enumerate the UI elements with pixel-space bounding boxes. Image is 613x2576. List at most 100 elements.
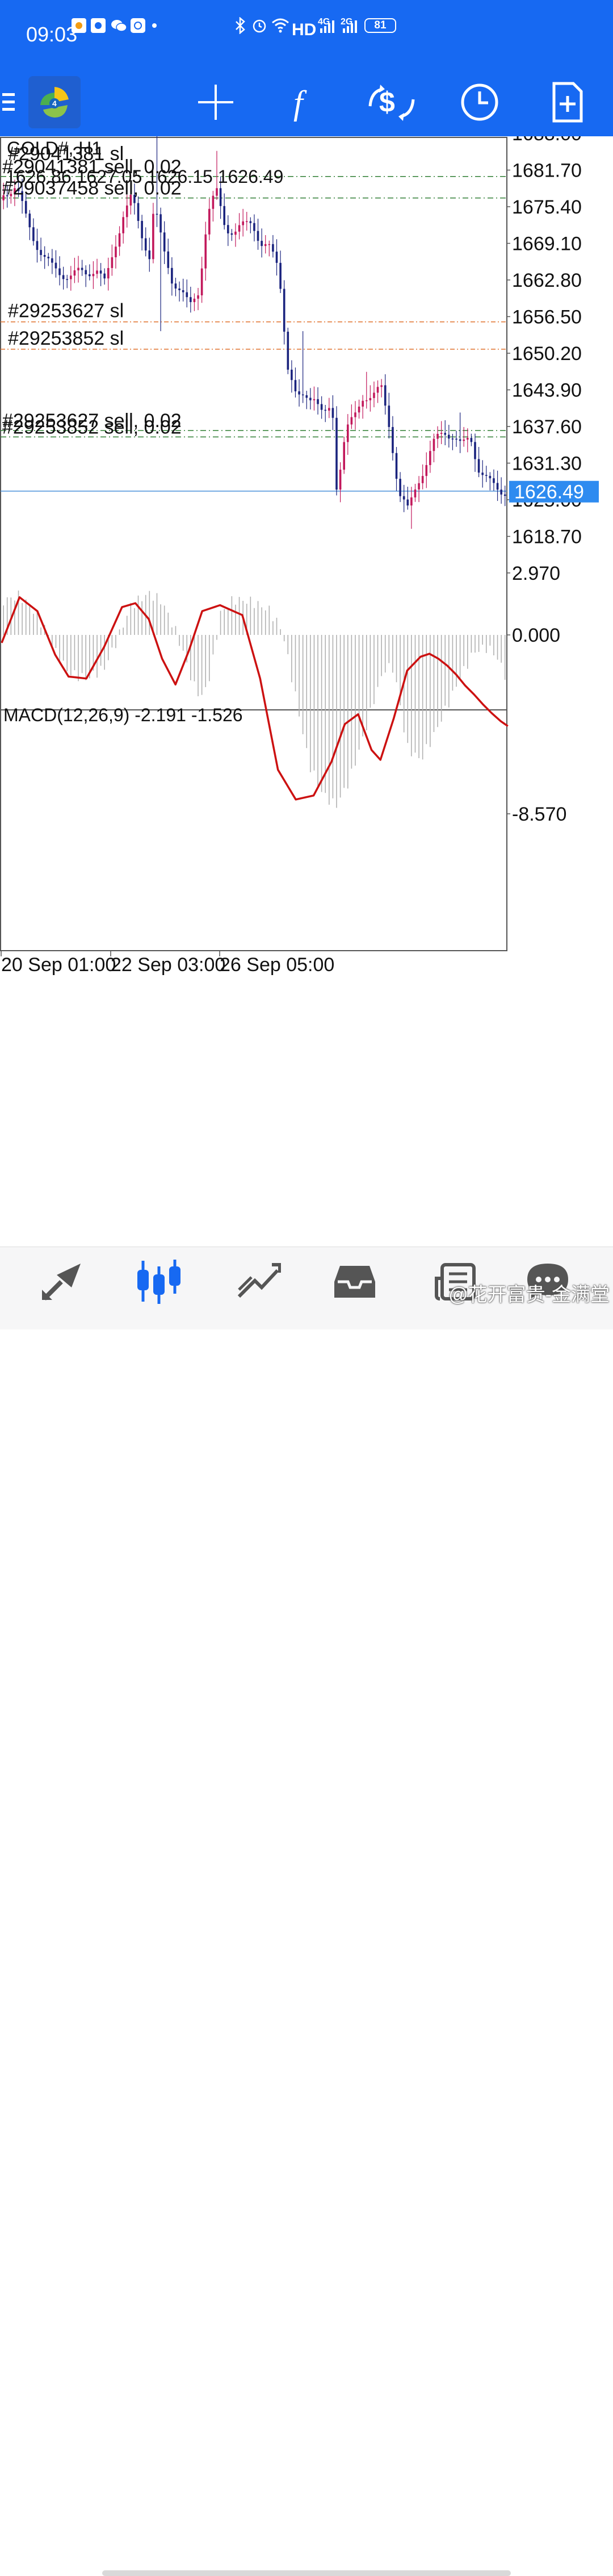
- menu-button[interactable]: [0, 68, 17, 136]
- period-clock-icon: [461, 83, 498, 121]
- stop-loss-label: #29253627 sl: [8, 300, 124, 322]
- candle-body: [410, 497, 413, 506]
- candle-body: [125, 205, 128, 218]
- candle-body: [51, 258, 53, 263]
- status-bar: 09:03 HD 4G 2G 81: [0, 0, 613, 68]
- candle-body: [294, 380, 297, 392]
- candle-body: [24, 200, 27, 214]
- candle-body: [362, 400, 364, 407]
- new-order-button[interactable]: [539, 68, 596, 136]
- candle-body: [70, 275, 72, 279]
- candle-body: [216, 188, 218, 196]
- candle-body: [268, 244, 271, 245]
- app-notification-icon: [131, 18, 145, 33]
- watermark-text: @花开富贵-金满堂: [448, 1284, 610, 1306]
- candle-body: [103, 273, 106, 279]
- price-axis-label: 1688.00: [512, 136, 582, 145]
- time-axis-label: 26 Sep 05:00: [220, 954, 334, 976]
- gesture-handle: [102, 2570, 511, 2576]
- candle-body: [339, 470, 342, 490]
- candle-body: [402, 496, 405, 500]
- candle-body: [481, 472, 484, 475]
- metatrader-logo[interactable]: 4: [27, 68, 82, 136]
- indicators-button[interactable]: f: [275, 68, 332, 136]
- candle-body: [200, 268, 203, 296]
- candle-body: [264, 244, 267, 246]
- trade-tab[interactable]: [221, 1247, 295, 1315]
- candle-body: [395, 453, 398, 479]
- candle-body: [137, 203, 140, 221]
- price-chart[interactable]: #29041381 sl #29041381 sell, 0.02 #2903745…: [0, 136, 613, 1247]
- candle-body: [279, 262, 282, 289]
- candle-body: [144, 238, 147, 251]
- candle-body: [62, 275, 65, 279]
- candle-body: [40, 250, 42, 256]
- ohlc-values: 1626.86 1627.05 1626.15 1626.49: [6, 166, 283, 187]
- candle-body: [305, 395, 308, 398]
- candle-body: [350, 417, 353, 425]
- signal-icon: [319, 19, 336, 36]
- candle-body: [489, 475, 492, 479]
- candle-body: [496, 483, 499, 490]
- candle-body: [503, 494, 506, 496]
- candle-body: [421, 476, 424, 483]
- candle-body: [107, 267, 110, 279]
- alarm-icon: [252, 17, 267, 37]
- macd-axis-label: 2.970: [512, 563, 560, 584]
- candle-body: [230, 233, 233, 235]
- candle-body: [429, 451, 431, 465]
- status-time: 09:03: [26, 23, 78, 46]
- wechat-icon: [110, 19, 127, 32]
- candle-body: [500, 490, 502, 495]
- app-notification-icon: [72, 18, 86, 33]
- candle-body: [485, 475, 488, 476]
- candle-body: [245, 221, 248, 223]
- period-button[interactable]: [451, 68, 508, 136]
- candle-body: [96, 270, 98, 274]
- price-axis-label: 1656.50: [512, 307, 582, 328]
- candle-body: [54, 262, 57, 269]
- candle-body: [392, 426, 394, 453]
- crosshair-icon: [198, 85, 233, 120]
- candle-body: [448, 434, 450, 439]
- order-label: #29253852 sell, 0.02: [2, 416, 182, 438]
- candle-body: [477, 459, 480, 473]
- macd-axis-label: 0.000: [512, 625, 560, 646]
- candle-body: [324, 409, 327, 411]
- candle-body: [298, 391, 300, 395]
- candle-body: [73, 270, 76, 276]
- quotes-tab[interactable]: [26, 1247, 99, 1315]
- signal-icon: [342, 19, 359, 36]
- candle-body: [193, 298, 196, 302]
- candle-body: [369, 398, 372, 400]
- trade-button[interactable]: $: [363, 68, 420, 136]
- candle-body: [380, 385, 383, 387]
- bluetooth-icon: [234, 16, 247, 37]
- candle-body: [301, 394, 304, 396]
- candle-body: [178, 288, 180, 290]
- chart-candles-icon: [137, 1260, 180, 1304]
- candle-body: [66, 279, 69, 280]
- candle-body: [257, 231, 259, 241]
- candle-body: [186, 292, 188, 298]
- history-tab[interactable]: [318, 1247, 392, 1315]
- candle-body: [28, 214, 31, 228]
- price-axis-label: 1643.90: [512, 380, 582, 402]
- candle-body: [354, 412, 356, 417]
- price-axis-label: 1650.20: [512, 343, 582, 365]
- candle-body: [43, 255, 46, 257]
- macd-axis-label: -8.570: [512, 804, 566, 825]
- battery-icon: 81: [364, 18, 396, 33]
- candle-body: [204, 234, 207, 269]
- candle-body: [436, 433, 439, 439]
- candle-body: [249, 221, 252, 223]
- candle-body: [463, 440, 465, 441]
- svg-text:f: f: [293, 84, 307, 122]
- candle-body: [81, 267, 83, 270]
- candle-body: [275, 252, 278, 263]
- crosshair-button[interactable]: [187, 68, 244, 136]
- price-axis-label: 1669.10: [512, 233, 582, 255]
- trade-icon: $: [368, 85, 415, 121]
- candle-body: [283, 288, 285, 332]
- chart-tab[interactable]: [122, 1247, 196, 1315]
